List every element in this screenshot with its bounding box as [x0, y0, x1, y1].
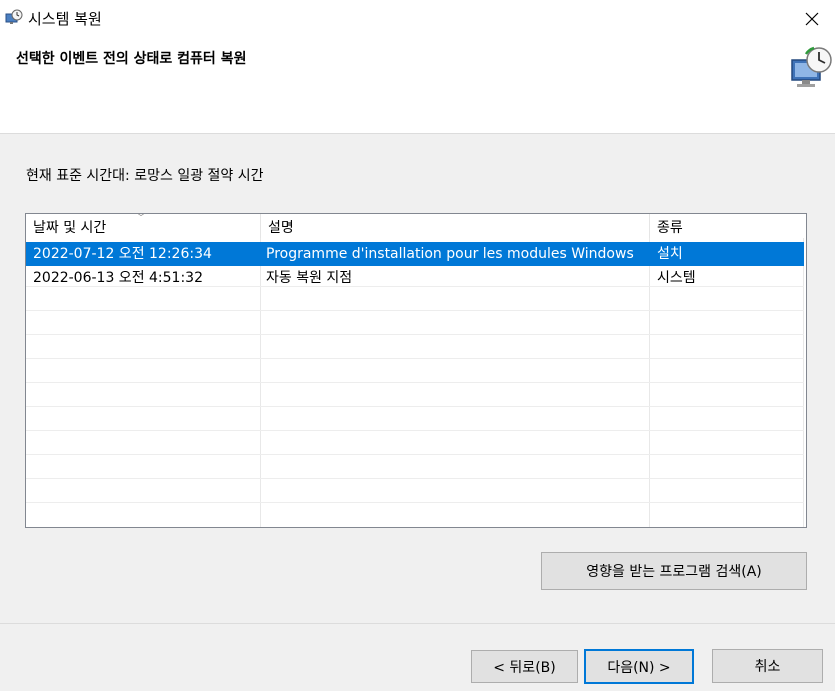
column-description-label: 설명 [268, 220, 294, 236]
column-type[interactable]: 종류 [650, 214, 806, 238]
footer-divider [0, 623, 835, 624]
row-divider [26, 358, 804, 359]
page-title: 선택한 이벤트 전의 상태로 컴퓨터 복원 [16, 51, 247, 67]
restore-point-list[interactable]: 날짜 및 시간 ﹀ 설명 종류 2022-07-12 오전 12:26:34 P… [25, 213, 807, 528]
system-restore-icon [5, 9, 23, 24]
table-row[interactable]: 2022-07-12 오전 12:26:34 Programme d'insta… [26, 242, 804, 266]
column-date[interactable]: 날짜 및 시간 ﹀ [26, 214, 261, 238]
row-date: 2022-07-12 오전 12:26:34 [33, 246, 212, 262]
column-header: 날짜 및 시간 ﹀ 설명 종류 [26, 214, 806, 238]
row-divider [26, 382, 804, 383]
row-divider [26, 334, 804, 335]
timezone-label: 현재 표준 시간대: 로망스 일광 절약 시간 [26, 168, 264, 184]
next-button[interactable]: 다음(N) > [584, 649, 694, 684]
column-description[interactable]: 설명 [261, 214, 650, 238]
title-bar: 시스템 복원 [0, 0, 835, 38]
scan-affected-programs-button[interactable]: 영향을 받는 프로그램 검색(A) [541, 552, 807, 590]
row-type: 설치 [657, 246, 683, 262]
cancel-button[interactable]: 취소 [712, 649, 823, 683]
row-divider [26, 502, 804, 503]
row-type: 시스템 [657, 270, 696, 286]
close-icon [805, 12, 819, 26]
system-restore-icon [791, 46, 832, 87]
row-divider [26, 454, 804, 455]
row-date: 2022-06-13 오전 4:51:32 [33, 270, 203, 286]
row-divider [26, 310, 804, 311]
row-divider [26, 430, 804, 431]
window-title: 시스템 복원 [28, 10, 102, 28]
close-button[interactable] [789, 0, 835, 38]
header-panel: 선택한 이벤트 전의 상태로 컴퓨터 복원 [0, 38, 835, 134]
row-divider [26, 406, 804, 407]
back-button[interactable]: < 뒤로(B) [471, 650, 578, 683]
row-description: Programme d'installation pour les module… [266, 246, 634, 262]
column-date-label: 날짜 및 시간 [33, 220, 107, 236]
row-divider [26, 478, 804, 479]
table-row[interactable]: 2022-06-13 오전 4:51:32 자동 복원 지점 시스템 [26, 266, 804, 290]
row-description: 자동 복원 지점 [266, 270, 353, 286]
column-type-label: 종류 [657, 220, 683, 236]
sort-arrow-icon: ﹀ [136, 213, 146, 224]
